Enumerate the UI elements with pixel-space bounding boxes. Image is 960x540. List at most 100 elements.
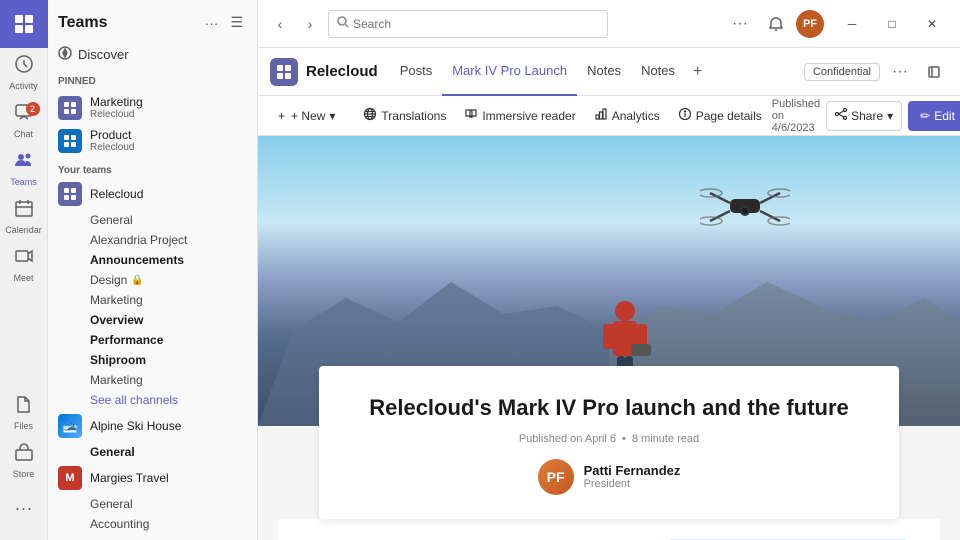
search-input[interactable] — [353, 17, 599, 31]
translations-button[interactable]: Translations — [355, 101, 454, 131]
channel-shiproom[interactable]: Shiproom — [48, 350, 257, 370]
lock-icon: 🔒 — [131, 275, 143, 286]
maximize-button[interactable]: □ — [872, 8, 912, 40]
sidebar-title: Teams — [58, 14, 108, 32]
channel-performance[interactable]: Performance — [48, 330, 257, 350]
relecloud-name: Relecloud — [90, 187, 143, 201]
page-details-label: Page details — [696, 109, 762, 123]
pinned-section-label: Pinned — [48, 68, 257, 91]
sidebar-filter-button[interactable]: ☰ — [226, 12, 247, 33]
tabs-more-button[interactable]: ··· — [886, 58, 914, 86]
share-button[interactable]: Share ▾ — [826, 101, 902, 131]
product-info: Product Relecloud — [90, 128, 134, 153]
sidebar-more-button[interactable]: ··· — [200, 12, 222, 33]
team-margies[interactable]: M Margies Travel — [48, 462, 257, 494]
edit-pencil-icon: ✏ — [920, 109, 930, 123]
article-date: Published on April 6 — [519, 433, 616, 445]
sidebar-item-activity[interactable]: Activity — [0, 48, 48, 96]
sidebar-item-store[interactable]: Store — [0, 436, 48, 484]
details-icon — [678, 107, 692, 124]
alpine-general[interactable]: General — [48, 442, 257, 462]
tab-notes1[interactable]: Notes — [577, 48, 631, 96]
marketing-sub: Relecloud — [90, 109, 143, 120]
margies-info: Margies Travel — [90, 471, 169, 485]
window-controls: ─ □ ✕ — [832, 8, 952, 40]
pinned-marketing[interactable]: Marketing Relecloud — [48, 91, 257, 124]
files-label: Files — [14, 421, 33, 431]
tab-mark-iv[interactable]: Mark IV Pro Launch — [442, 48, 577, 96]
meta-dot: • — [622, 433, 626, 445]
sidebar-item-chat[interactable]: 2 Chat — [0, 96, 48, 144]
author-name: Patti Fernandez — [584, 463, 681, 478]
channel-general-label: General — [90, 213, 133, 227]
notification-button[interactable] — [760, 8, 792, 40]
search-box[interactable] — [328, 10, 608, 38]
sidebar-header-actions: ··· ☰ — [200, 12, 247, 33]
new-button[interactable]: + + New ▾ — [270, 101, 343, 131]
topbar-more-button[interactable]: ··· — [724, 8, 756, 40]
channel-mktg2[interactable]: Marketing — [48, 370, 257, 390]
teams-icon — [14, 150, 34, 175]
new-chevron-icon: ▾ — [329, 109, 335, 123]
page-content[interactable]: Relecloud's Mark IV Pro launch and the f… — [258, 136, 960, 540]
channel-overview[interactable]: Overview — [48, 310, 257, 330]
add-tab-button[interactable]: + — [685, 48, 710, 96]
author-row: PF Patti Fernandez President — [351, 459, 867, 495]
toolbar-right: Published on 4/6/2023 Share ▾ ✏ Edit — [772, 98, 960, 134]
margies-accounting-label: Accounting — [90, 517, 149, 531]
files-icon — [14, 394, 34, 419]
nav-back-button[interactable]: ‹ — [266, 10, 294, 38]
discover-item[interactable]: Discover — [48, 41, 257, 68]
close-button[interactable]: ✕ — [912, 8, 952, 40]
store-label: Store — [13, 469, 35, 479]
expand-button[interactable] — [920, 58, 948, 86]
calendar-label: Calendar — [5, 225, 42, 235]
edit-button[interactable]: ✏ Edit — [908, 101, 960, 131]
nav-arrows: ‹ › — [266, 10, 324, 38]
margies-general-label: General — [90, 497, 133, 511]
marketing-icon — [58, 96, 82, 120]
left-rail: Activity 2 Chat Teams — [0, 0, 48, 540]
marketing-name: Marketing — [90, 95, 143, 109]
nav-forward-button[interactable]: › — [296, 10, 324, 38]
sidebar-item-calendar[interactable]: Calendar — [0, 192, 48, 240]
more-icon: ··· — [15, 498, 33, 519]
sidebar-item-teams[interactable]: Teams — [0, 144, 48, 192]
book-icon — [464, 107, 478, 124]
see-all-channels[interactable]: See all channels — [48, 390, 257, 410]
rail-more-button[interactable]: ··· — [0, 484, 48, 532]
share-icon — [835, 108, 847, 123]
channel-announcements[interactable]: Announcements — [48, 250, 257, 270]
page-details-button[interactable]: Page details — [670, 101, 770, 131]
channel-general[interactable]: General — [48, 210, 257, 230]
chat-badge: 2 — [26, 102, 40, 116]
relecloud-icon — [58, 182, 82, 206]
margies-accounting[interactable]: Accounting — [48, 514, 257, 534]
calendar-icon — [14, 198, 34, 223]
search-icon — [337, 16, 349, 31]
team-alpine[interactable]: 🎿 Alpine Ski House — [48, 410, 257, 442]
author-info: Patti Fernandez President — [584, 463, 681, 490]
sidebar-item-files[interactable]: Files — [0, 388, 48, 436]
published-date: Published on 4/6/2023 — [772, 98, 820, 134]
tab-notes2[interactable]: Notes — [631, 48, 685, 96]
sidebar-item-meet[interactable]: Meet — [0, 240, 48, 288]
channel-brand-icon — [270, 58, 298, 86]
analytics-button[interactable]: Analytics — [586, 101, 668, 131]
minimize-button[interactable]: ─ — [832, 8, 872, 40]
teams-label: Teams — [10, 177, 37, 187]
translations-label: Translations — [381, 109, 446, 123]
channel-mktg[interactable]: Marketing — [48, 290, 257, 310]
channel-overview-label: Overview — [90, 313, 143, 327]
tab-posts[interactable]: Posts — [390, 48, 443, 96]
avatar[interactable]: PF — [796, 10, 824, 38]
team-relecloud[interactable]: Relecloud — [48, 178, 257, 210]
immersive-button[interactable]: Immersive reader — [456, 101, 583, 131]
pinned-product[interactable]: Product Relecloud — [48, 124, 257, 157]
alpine-name: Alpine Ski House — [90, 419, 181, 433]
channel-design[interactable]: Design 🔒 — [48, 270, 257, 290]
channel-alexandria[interactable]: Alexandria Project — [48, 230, 257, 250]
channel-mktg2-label: Marketing — [90, 373, 143, 387]
margies-general[interactable]: General — [48, 494, 257, 514]
share-label: Share — [851, 109, 883, 123]
